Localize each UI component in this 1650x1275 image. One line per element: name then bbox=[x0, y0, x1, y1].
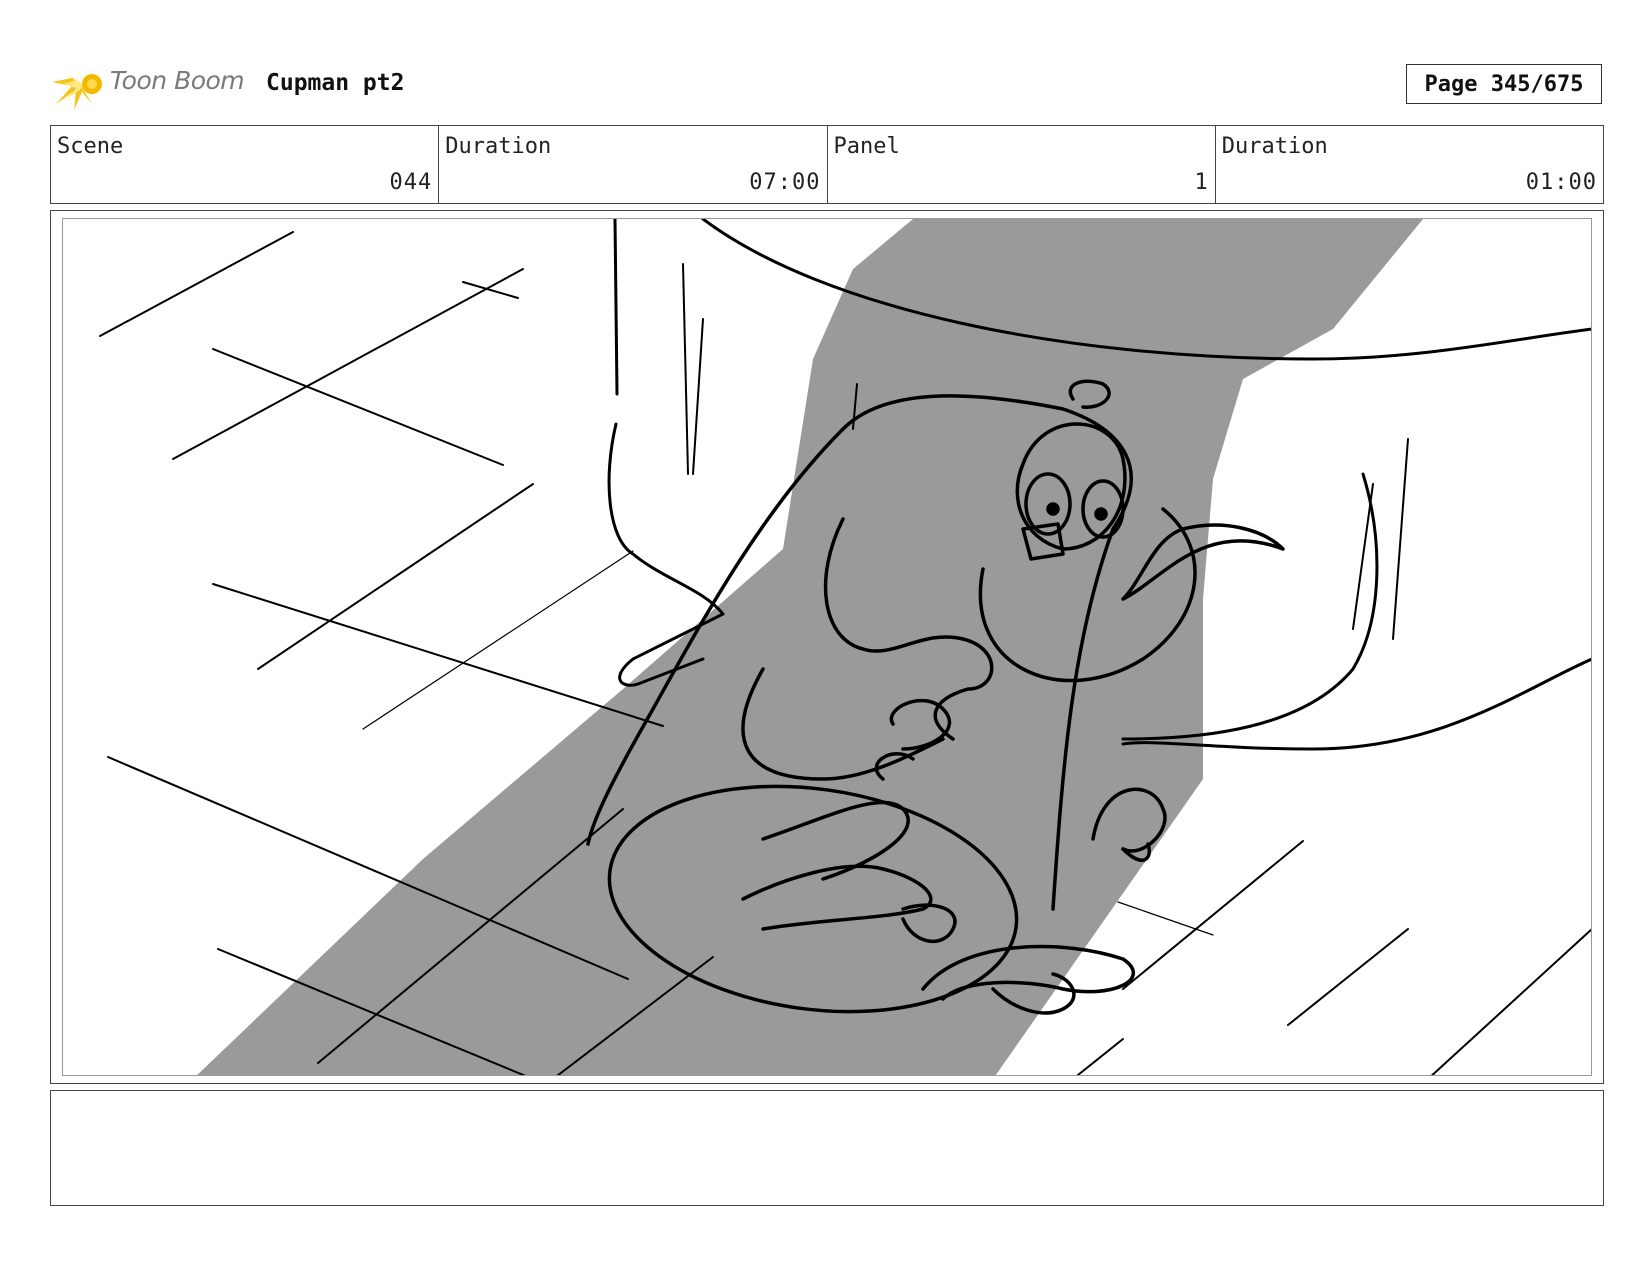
storyboard-sketch-icon bbox=[99, 219, 1591, 1075]
scene-value: 044 bbox=[389, 170, 433, 195]
panel-drawing bbox=[62, 218, 1592, 1076]
sparkle-logo-icon bbox=[52, 64, 102, 110]
panel-frame bbox=[50, 210, 1604, 1084]
notes-box[interactable] bbox=[50, 1090, 1604, 1206]
panel-label: Panel bbox=[833, 134, 900, 159]
scene-duration-cell: Duration 07:00 bbox=[439, 126, 828, 203]
panel-duration-label: Duration bbox=[1221, 134, 1328, 159]
scene-duration-label: Duration bbox=[445, 134, 552, 159]
scene-label: Scene bbox=[57, 134, 124, 159]
page-indicator: Page 345/675 bbox=[1406, 64, 1602, 104]
table-leg-left bbox=[607, 219, 725, 616]
panel-value: 1 bbox=[1194, 170, 1209, 195]
panel-duration-value: 01:00 bbox=[1525, 170, 1597, 195]
scene-duration-value: 07:00 bbox=[749, 170, 821, 195]
toon-boom-logo: Toon Boom bbox=[52, 58, 252, 110]
project-title: Cupman pt2 bbox=[266, 70, 405, 96]
scene-cell: Scene 044 bbox=[51, 126, 440, 203]
info-row: Scene 044 Duration 07:00 Panel 1 Duratio… bbox=[50, 125, 1604, 204]
panel-duration-cell: Duration 01:00 bbox=[1216, 126, 1603, 203]
logo-wordmark: Toon Boom bbox=[110, 66, 245, 95]
panel-cell: Panel 1 bbox=[828, 126, 1216, 203]
